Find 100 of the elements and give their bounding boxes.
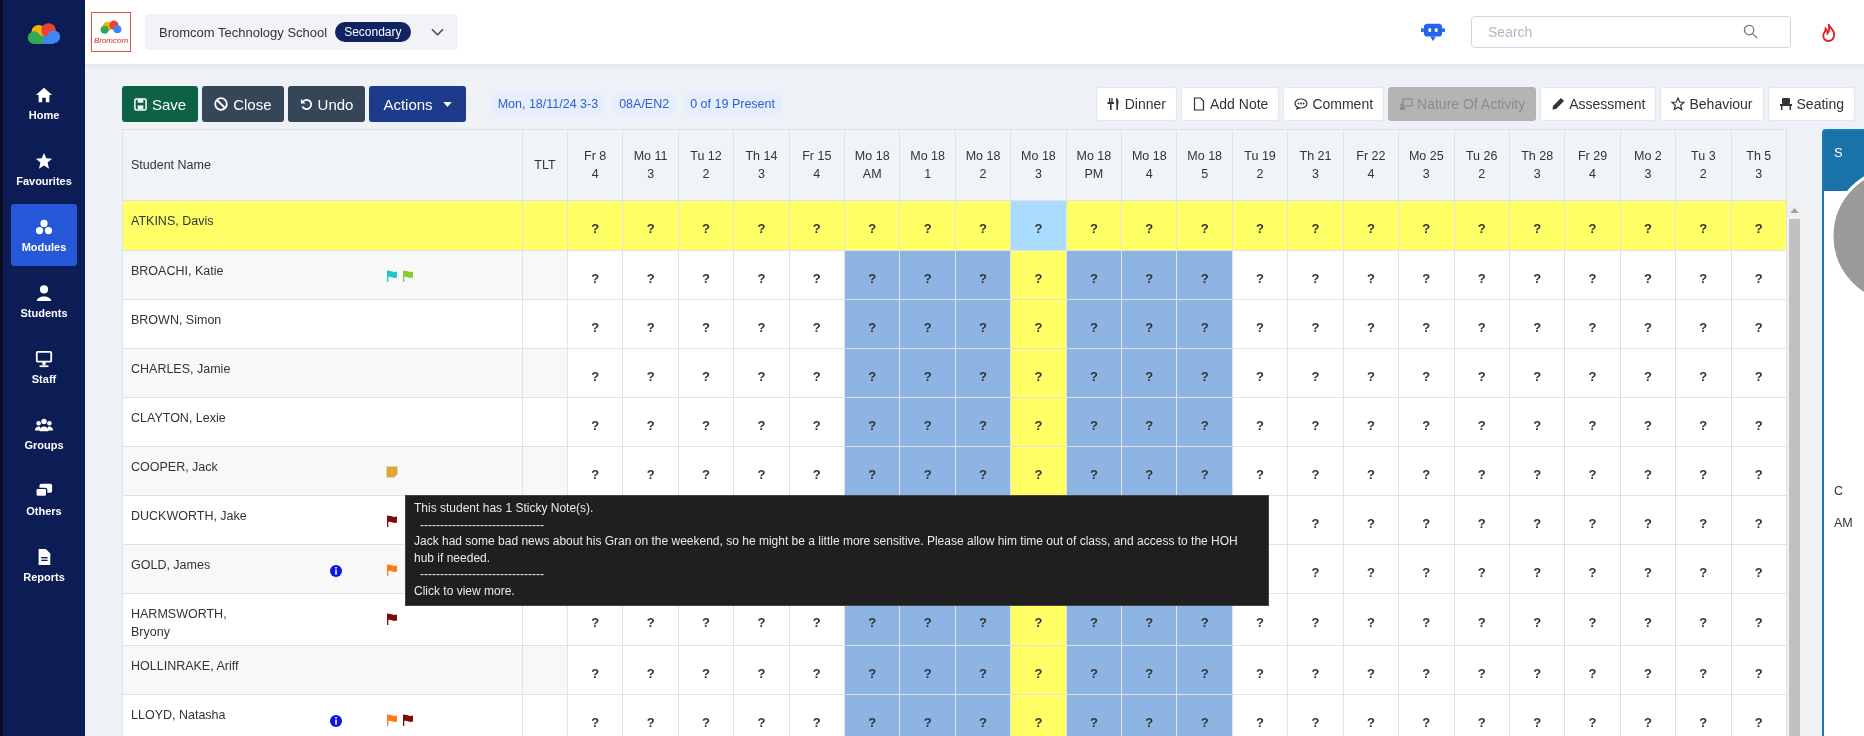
toolbar-button[interactable]: Seating (1767, 87, 1855, 121)
attendance-cell[interactable]: ? (1343, 446, 1399, 496)
attendance-cell[interactable]: ? (1232, 645, 1288, 695)
attendance-cell[interactable]: ? (567, 645, 623, 695)
attendance-cell[interactable]: ? (1564, 200, 1621, 251)
attendance-cell[interactable]: ? (789, 200, 845, 251)
attendance-cell[interactable]: ? (622, 250, 679, 300)
toolbar-button[interactable]: Behaviour (1660, 87, 1764, 121)
attendance-cell[interactable]: ? (899, 200, 956, 251)
attendance-cell[interactable]: ? (899, 645, 956, 695)
attendance-cell[interactable]: ? (678, 348, 734, 398)
attendance-cell[interactable]: ? (844, 645, 900, 695)
attendance-cell[interactable]: ? (1398, 250, 1454, 300)
attendance-cell[interactable]: ? (733, 200, 790, 251)
attendance-cell[interactable]: ? (1675, 593, 1732, 646)
attendance-cell[interactable]: ? (955, 250, 1011, 300)
attendance-cell[interactable]: ? (1066, 200, 1122, 251)
attendance-cell[interactable]: ? (678, 645, 734, 695)
attendance-cell[interactable]: ? (1454, 495, 1510, 545)
attendance-cell[interactable]: ? (1287, 348, 1344, 398)
attendance-cell[interactable]: ? (789, 645, 845, 695)
attendance-cell[interactable]: ? (1620, 200, 1676, 251)
attendance-cell[interactable]: ? (955, 645, 1011, 695)
student-cell[interactable]: LLOYD, Natasha (122, 694, 523, 736)
attendance-cell[interactable]: ? (1454, 544, 1510, 594)
attendance-cell[interactable]: ? (1620, 544, 1676, 594)
student-cell[interactable]: COOPER, Jack (122, 446, 523, 496)
attendance-cell[interactable]: ? (1620, 397, 1676, 447)
attendance-cell[interactable]: ? (567, 397, 623, 447)
attendance-cell[interactable]: ? (1066, 694, 1122, 736)
flag-icon[interactable] (402, 714, 414, 726)
nav-item[interactable]: Students (11, 270, 77, 332)
attendance-cell[interactable]: ? (955, 397, 1011, 447)
toolbar-button[interactable]: Add Note (1181, 87, 1280, 121)
attendance-cell[interactable]: ? (899, 348, 956, 398)
attendance-cell[interactable]: ? (1564, 348, 1621, 398)
attendance-cell[interactable]: ? (844, 694, 900, 736)
attendance-cell[interactable]: ? (1066, 446, 1122, 496)
attendance-cell[interactable]: ? (1343, 348, 1399, 398)
attendance-cell[interactable]: ? (1454, 645, 1510, 695)
attendance-cell[interactable]: ? (1287, 495, 1344, 545)
attendance-cell[interactable]: ? (1010, 694, 1067, 736)
attendance-cell[interactable]: ? (1509, 348, 1565, 398)
attendance-cell[interactable]: ? (1398, 200, 1454, 251)
scroll-up-icon[interactable] (1790, 208, 1799, 213)
attendance-cell[interactable]: ? (1176, 348, 1233, 398)
attendance-cell[interactable]: ? (1675, 397, 1732, 447)
attendance-cell[interactable]: ? (1343, 299, 1399, 349)
attendance-cell[interactable]: ? (1287, 397, 1344, 447)
attendance-cell[interactable]: ? (1343, 495, 1399, 545)
student-cell[interactable]: BROWN, Simon (122, 299, 523, 349)
attendance-cell[interactable]: ? (1675, 250, 1732, 300)
attendance-cell[interactable]: ? (1176, 694, 1233, 736)
attendance-cell[interactable]: ? (1232, 200, 1288, 251)
attendance-cell[interactable]: ? (1620, 495, 1676, 545)
attendance-cell[interactable]: ? (1121, 250, 1177, 300)
attendance-cell[interactable]: ? (1509, 645, 1565, 695)
attendance-cell[interactable]: ? (1398, 593, 1454, 646)
attendance-cell[interactable]: ? (1010, 446, 1067, 496)
attendance-cell[interactable]: ? (955, 200, 1011, 251)
search-icon[interactable] (1743, 24, 1758, 39)
attendance-cell[interactable]: ? (1731, 544, 1787, 594)
attendance-cell[interactable]: ? (1287, 200, 1344, 251)
attendance-cell[interactable]: ? (899, 694, 956, 736)
attendance-cell[interactable]: ? (1509, 397, 1565, 447)
attendance-cell[interactable]: ? (1343, 544, 1399, 594)
attendance-cell[interactable]: ? (844, 348, 900, 398)
attendance-cell[interactable]: ? (1509, 299, 1565, 349)
attendance-cell[interactable]: ? (1564, 645, 1621, 695)
attendance-cell[interactable]: ? (1454, 397, 1510, 447)
info-icon[interactable] (330, 565, 342, 577)
attendance-cell[interactable]: ? (844, 446, 900, 496)
attendance-cell[interactable]: ? (1509, 593, 1565, 646)
attendance-cell[interactable]: ? (1454, 446, 1510, 496)
nav-item[interactable]: Staff (11, 336, 77, 398)
attendance-cell[interactable]: ? (1564, 299, 1621, 349)
attendance-cell[interactable]: ? (1675, 544, 1732, 594)
toolbar-button[interactable]: Assessment (1540, 87, 1657, 121)
attendance-cell[interactable]: ? (1731, 645, 1787, 695)
attendance-cell[interactable]: ? (567, 299, 623, 349)
attendance-cell[interactable]: ? (844, 299, 900, 349)
attendance-cell[interactable]: ? (1010, 200, 1067, 251)
attendance-cell[interactable]: ? (1398, 446, 1454, 496)
attendance-cell[interactable]: ? (678, 250, 734, 300)
attendance-cell[interactable]: ? (1398, 299, 1454, 349)
attendance-cell[interactable]: ? (1066, 397, 1122, 447)
attendance-cell[interactable]: ? (1509, 250, 1565, 300)
search-field[interactable]: Search (1471, 16, 1791, 48)
attendance-cell[interactable]: ? (1287, 645, 1344, 695)
attendance-cell[interactable]: ? (1454, 593, 1510, 646)
flag-icon[interactable] (386, 515, 398, 527)
attendance-cell[interactable]: ? (1121, 645, 1177, 695)
attendance-cell[interactable]: ? (1121, 299, 1177, 349)
attendance-cell[interactable]: ? (1675, 645, 1732, 695)
attendance-cell[interactable]: ? (1176, 446, 1233, 496)
attendance-cell[interactable]: ? (955, 299, 1011, 349)
attendance-cell[interactable]: ? (844, 200, 900, 251)
nav-item[interactable]: Groups (11, 402, 77, 464)
toolbar-button[interactable]: Comment (1283, 87, 1385, 121)
attendance-cell[interactable]: ? (1343, 250, 1399, 300)
